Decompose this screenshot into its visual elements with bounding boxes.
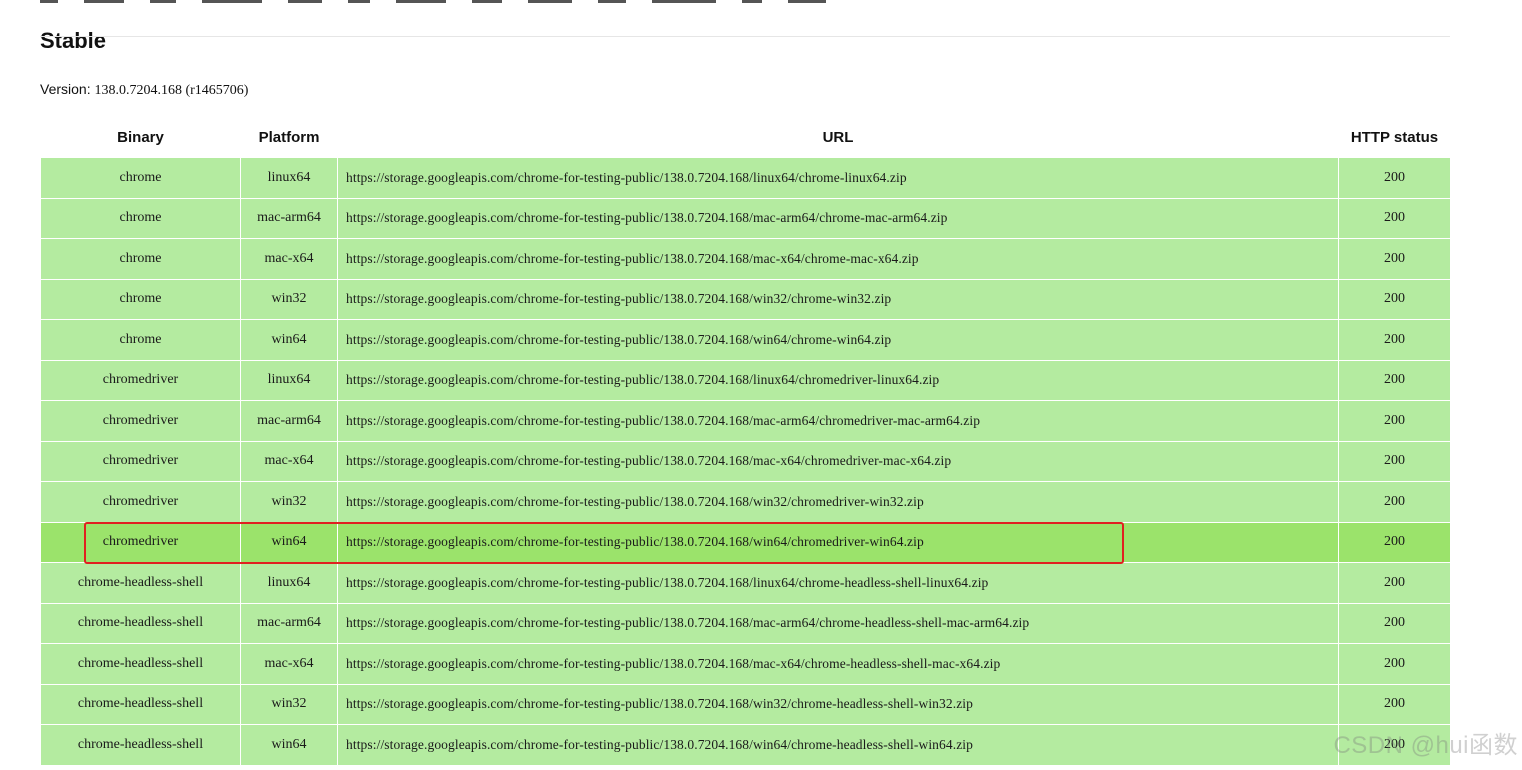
url-link[interactable]: https://storage.googleapis.com/chrome-fo… — [337, 724, 1339, 766]
platform-cell: mac-x64 — [240, 238, 338, 280]
binary-cell: chrome-headless-shell — [40, 562, 241, 604]
watermark: CSDN @hui函数 — [1333, 732, 1518, 759]
platform-cell: win32 — [240, 278, 338, 320]
downloads-table: Binary Platform URL HTTP status chrome li… — [40, 117, 1451, 766]
http-status-cell: 200 — [1338, 359, 1451, 401]
platform-cell: mac-arm64 — [240, 602, 338, 644]
http-status-cell: 200 — [1338, 197, 1451, 239]
version-line: Version: 138.0.7204.168 (r1465706) — [40, 80, 248, 100]
table-row: chrome-headless-shell linux64 https://stor… — [40, 562, 1451, 604]
column-header-platform: Platform — [240, 117, 338, 158]
table-row: chrome linux64 https://storage.googleapis.… — [40, 157, 1451, 199]
url-link[interactable]: https://storage.googleapis.com/chrome-fo… — [337, 521, 1339, 563]
url-link[interactable]: https://storage.googleapis.com/chrome-fo… — [337, 643, 1339, 685]
url-link[interactable]: https://storage.googleapis.com/chrome-fo… — [337, 440, 1339, 482]
http-status-cell: 200 — [1338, 278, 1451, 320]
binary-cell: chromedriver — [40, 440, 241, 482]
binary-cell: chrome — [40, 278, 241, 320]
section-heading: Stable — [40, 28, 107, 53]
platform-cell: mac-x64 — [240, 440, 338, 482]
url-link[interactable]: https://storage.googleapis.com/chrome-fo… — [337, 562, 1339, 604]
url-link[interactable]: https://storage.googleapis.com/chrome-fo… — [337, 319, 1339, 361]
version-label: Version: — [40, 81, 91, 97]
binary-cell: chrome-headless-shell — [40, 683, 241, 725]
table-row: chromedriver mac-arm64 https://storage.goo… — [40, 400, 1451, 442]
platform-cell: linux64 — [240, 359, 338, 401]
http-status-cell: 200 — [1338, 643, 1451, 685]
binary-cell: chromedriver — [40, 359, 241, 401]
platform-cell: win64 — [240, 724, 338, 766]
table-row: chrome-headless-shell win64 https://storag… — [40, 724, 1451, 766]
column-header-binary: Binary — [40, 117, 241, 158]
table-row: chrome-headless-shell win32 https://storag… — [40, 683, 1451, 725]
url-link[interactable]: https://storage.googleapis.com/chrome-fo… — [337, 157, 1339, 199]
platform-cell: win64 — [240, 521, 338, 563]
table-row: chrome-headless-shell mac-arm64 https://st… — [40, 602, 1451, 644]
table-row: chrome mac-x64 https://storage.googleapis.… — [40, 238, 1451, 280]
http-status-cell: 200 — [1338, 683, 1451, 725]
url-link[interactable]: https://storage.googleapis.com/chrome-fo… — [337, 683, 1339, 725]
table-row-highlighted: chromedriver win64 https://storage.googlea… — [40, 521, 1451, 563]
table-row: chrome-headless-shell mac-x64 https://stor… — [40, 643, 1451, 685]
http-status-cell: 200 — [1338, 602, 1451, 644]
url-link[interactable]: https://storage.googleapis.com/chrome-fo… — [337, 481, 1339, 523]
http-status-cell: 200 — [1338, 157, 1451, 199]
table-body: chrome linux64 https://storage.googleapis.… — [40, 157, 1451, 766]
http-status-cell: 200 — [1338, 400, 1451, 442]
binary-cell: chrome — [40, 238, 241, 280]
url-link[interactable]: https://storage.googleapis.com/chrome-fo… — [337, 359, 1339, 401]
binary-cell: chromedriver — [40, 521, 241, 563]
cropped-previous-text — [40, 0, 1140, 5]
table-row: chromedriver win32 https://storage.googlea… — [40, 481, 1451, 523]
table-row: chromedriver mac-x64 https://storage.googl… — [40, 440, 1451, 482]
table-header-row: Binary Platform URL HTTP status — [40, 117, 1451, 158]
platform-cell: linux64 — [240, 562, 338, 604]
platform-cell: win32 — [240, 481, 338, 523]
platform-cell: win64 — [240, 319, 338, 361]
platform-cell: mac-arm64 — [240, 197, 338, 239]
divider — [40, 36, 1450, 37]
table-row: chrome win32 https://storage.googleapis.co… — [40, 278, 1451, 320]
http-status-cell: 200 — [1338, 481, 1451, 523]
table-row: chrome mac-arm64 https://storage.googleapi… — [40, 197, 1451, 239]
binary-cell: chrome — [40, 157, 241, 199]
http-status-cell: 200 — [1338, 521, 1451, 563]
version-value: 138.0.7204.168 (r1465706) — [94, 83, 249, 98]
platform-cell: mac-arm64 — [240, 400, 338, 442]
binary-cell: chromedriver — [40, 481, 241, 523]
binary-cell: chrome-headless-shell — [40, 643, 241, 685]
platform-cell: win32 — [240, 683, 338, 725]
http-status-cell: 200 — [1338, 562, 1451, 604]
table-row: chrome win64 https://storage.googleapis.co… — [40, 319, 1451, 361]
binary-cell: chrome — [40, 197, 241, 239]
http-status-cell: 200 — [1338, 238, 1451, 280]
binary-cell: chrome-headless-shell — [40, 602, 241, 644]
http-status-cell: 200 — [1338, 440, 1451, 482]
url-link[interactable]: https://storage.googleapis.com/chrome-fo… — [337, 602, 1339, 644]
binary-cell: chrome — [40, 319, 241, 361]
column-header-http-status: HTTP status — [1338, 117, 1451, 158]
url-link[interactable]: https://storage.googleapis.com/chrome-fo… — [337, 238, 1339, 280]
http-status-cell: 200 — [1338, 319, 1451, 361]
platform-cell: linux64 — [240, 157, 338, 199]
table-row: chromedriver linux64 https://storage.googl… — [40, 359, 1451, 401]
url-link[interactable]: https://storage.googleapis.com/chrome-fo… — [337, 278, 1339, 320]
binary-cell: chrome-headless-shell — [40, 724, 241, 766]
url-link[interactable]: https://storage.googleapis.com/chrome-fo… — [337, 197, 1339, 239]
platform-cell: mac-x64 — [240, 643, 338, 685]
url-link[interactable]: https://storage.googleapis.com/chrome-fo… — [337, 400, 1339, 442]
binary-cell: chromedriver — [40, 400, 241, 442]
column-header-url: URL — [337, 117, 1339, 158]
